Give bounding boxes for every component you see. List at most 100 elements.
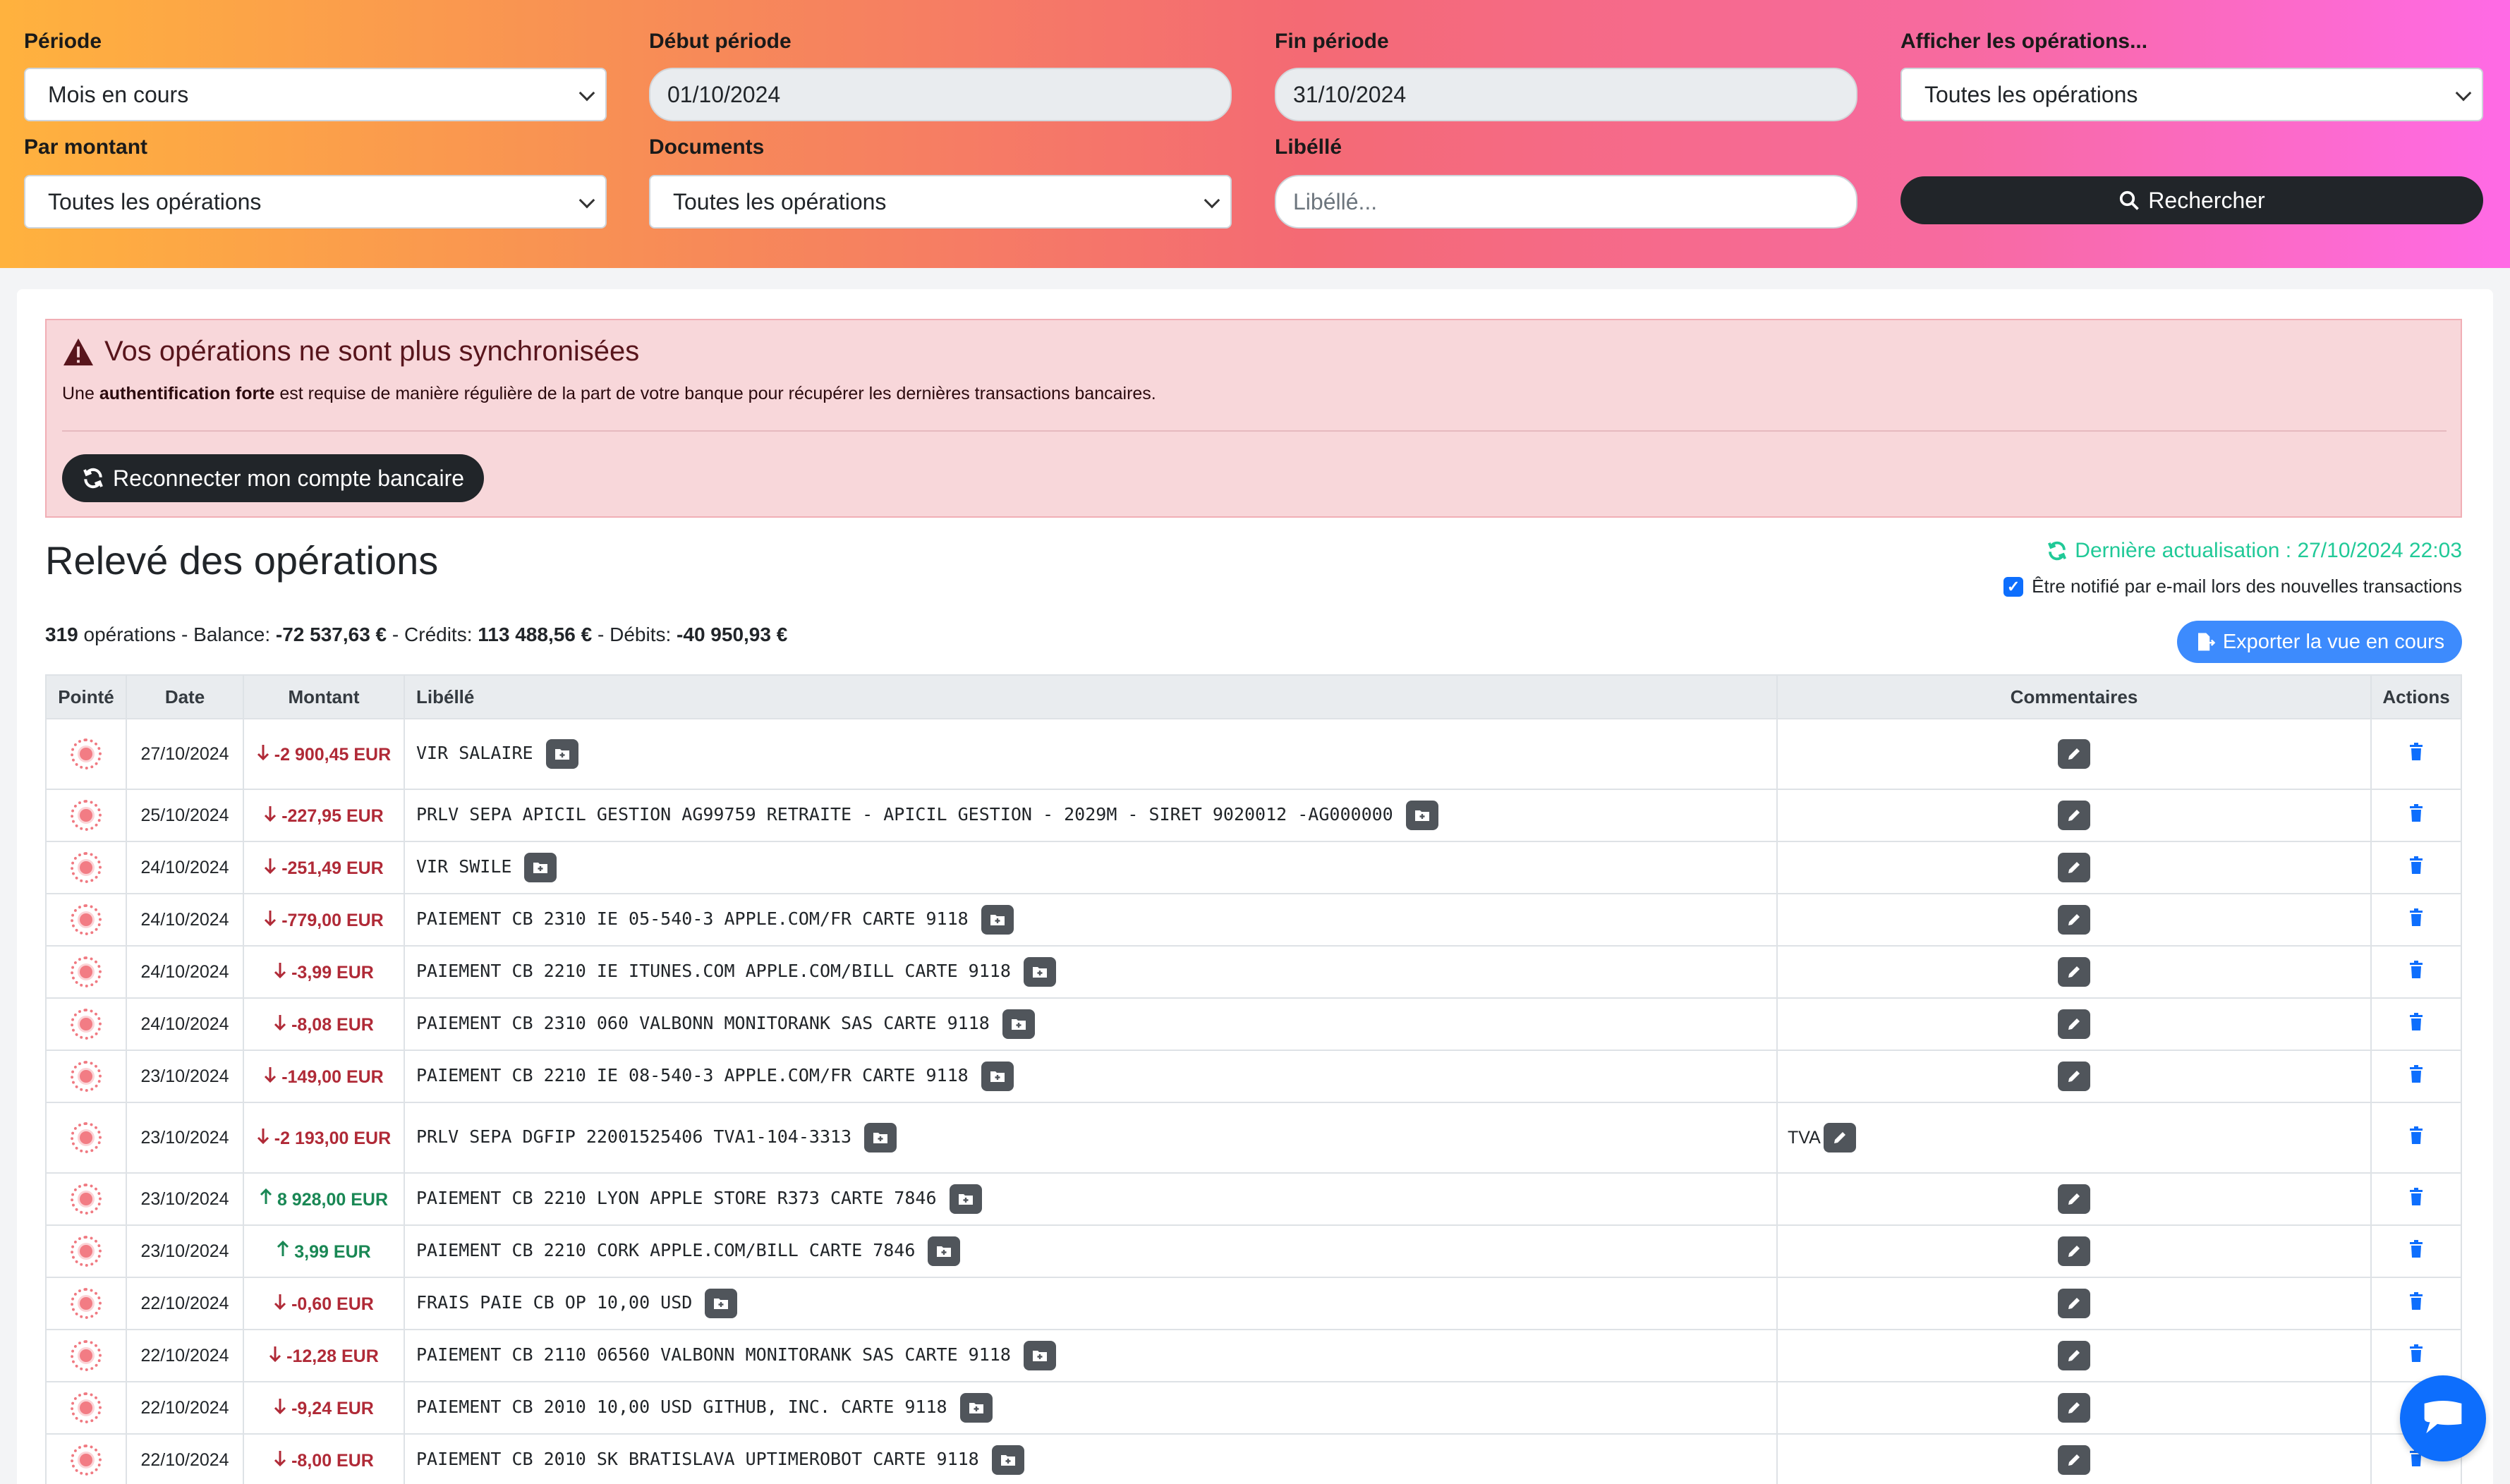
trash-icon[interactable]: [2408, 1239, 2424, 1258]
table-row[interactable]: 22/10/2024 -12,28 EUR PAIEMENT CB 2110 06…: [45, 1329, 2462, 1382]
pointe-toggle-icon[interactable]: [71, 852, 102, 883]
pointe-toggle-icon[interactable]: [71, 1340, 102, 1371]
pointe-toggle-icon[interactable]: [71, 904, 102, 935]
add-document-button[interactable]: [545, 739, 578, 769]
col-header-pointe[interactable]: Pointé: [45, 674, 127, 719]
search-button[interactable]: Rechercher: [1900, 176, 2483, 224]
add-document-button[interactable]: [1405, 801, 1438, 830]
edit-comment-button[interactable]: [2058, 1393, 2090, 1423]
table-row[interactable]: 25/10/2024 -227,95 EUR PRLV SEPA APICIL G…: [45, 789, 2462, 842]
edit-comment-button[interactable]: [2058, 801, 2090, 830]
edit-comment-button[interactable]: [2058, 1062, 2090, 1091]
add-document-button[interactable]: [864, 1123, 897, 1152]
afficher-select[interactable]: Toutes les opérations: [1900, 68, 2483, 121]
periode-select[interactable]: Mois en cours: [24, 68, 607, 121]
table-row[interactable]: 22/10/2024 -8,00 EUR PAIEMENT CB 2010 SK …: [45, 1433, 2462, 1484]
pointe-toggle-icon[interactable]: [71, 1445, 102, 1476]
file-export-icon: [2197, 633, 2216, 651]
add-document-button[interactable]: [705, 1289, 738, 1318]
folder-plus-icon: [1031, 1349, 1048, 1363]
edit-comment-button[interactable]: [2058, 739, 2090, 769]
table-row[interactable]: 23/10/2024 3,99 EUR PAIEMENT CB 2210 CORK…: [45, 1224, 2462, 1278]
edit-comment-button[interactable]: [2058, 905, 2090, 935]
libelle-input[interactable]: Libéllé...: [1275, 175, 1857, 229]
add-document-button[interactable]: [1023, 1341, 1056, 1370]
edit-comment-button[interactable]: [2058, 853, 2090, 882]
trash-icon[interactable]: [2408, 960, 2424, 979]
pointe-toggle-icon[interactable]: [71, 738, 102, 770]
pointe-toggle-icon[interactable]: [71, 1122, 102, 1153]
pointe-toggle-icon[interactable]: [71, 1288, 102, 1319]
table-row[interactable]: 23/10/2024 -149,00 EUR PAIEMENT CB 2210 I…: [45, 1050, 2462, 1103]
notify-checkbox[interactable]: ✓: [2003, 576, 2024, 597]
col-header-libelle[interactable]: Libéllé: [404, 674, 1778, 719]
add-document-button[interactable]: [1023, 957, 1056, 987]
add-document-button[interactable]: [1002, 1009, 1035, 1039]
edit-comment-button[interactable]: [2058, 1184, 2090, 1214]
add-document-button[interactable]: [991, 1445, 1024, 1475]
edit-comment-button[interactable]: [2058, 1236, 2090, 1266]
pointe-toggle-icon[interactable]: [71, 1184, 102, 1215]
col-header-date[interactable]: Date: [126, 674, 244, 719]
add-document-button[interactable]: [959, 1393, 993, 1423]
edit-comment-button[interactable]: [2058, 1445, 2090, 1475]
fin-date-input[interactable]: 31/10/2024: [1275, 68, 1857, 121]
table-row[interactable]: 24/10/2024 -251,49 EUR VIR SWILE: [45, 841, 2462, 894]
label-cell: PAIEMENT CB 2210 CORK APPLE.COM/BILL CAR…: [404, 1224, 1778, 1278]
pointe-toggle-icon[interactable]: [71, 1009, 102, 1040]
edit-comment-button[interactable]: [2058, 1289, 2090, 1318]
folder-plus-icon: [1031, 965, 1048, 979]
amount-value: -2 193,00: [274, 1128, 349, 1148]
reconnect-button[interactable]: Reconnecter mon compte bancaire: [62, 454, 484, 502]
chat-button[interactable]: [2400, 1375, 2486, 1461]
add-document-button[interactable]: [928, 1236, 961, 1266]
trash-icon[interactable]: [2408, 1012, 2424, 1031]
pointe-toggle-icon[interactable]: [71, 800, 102, 831]
edit-comment-button[interactable]: [2058, 1009, 2090, 1039]
trash-icon[interactable]: [2408, 1344, 2424, 1363]
add-document-button[interactable]: [524, 853, 557, 882]
col-header-montant[interactable]: Montant: [243, 674, 405, 719]
add-document-button[interactable]: [981, 905, 1014, 935]
edit-comment-button[interactable]: [1823, 1123, 1856, 1152]
last-update[interactable]: Dernière actualisation : 27/10/2024 22:0…: [2047, 539, 2462, 563]
table-row[interactable]: 22/10/2024 -9,24 EUR PAIEMENT CB 2010 10,…: [45, 1381, 2462, 1435]
trash-icon[interactable]: [2408, 1291, 2424, 1310]
pencil-icon: [2066, 1068, 2082, 1085]
operation-label: PAIEMENT CB 2010 10,00 USD GITHUB, INC. …: [416, 1397, 947, 1417]
export-button[interactable]: Exporter la vue en cours: [2177, 621, 2462, 663]
trash-icon[interactable]: [2408, 1126, 2424, 1145]
table-row[interactable]: 23/10/2024 8 928,00 EUR PAIEMENT CB 2210 …: [45, 1172, 2462, 1226]
trash-icon[interactable]: [2408, 908, 2424, 927]
amount-value: -227,95: [281, 805, 341, 826]
table-row[interactable]: 24/10/2024 -8,08 EUR PAIEMENT CB 2310 060…: [45, 997, 2462, 1051]
operation-label: VIR SWILE: [416, 856, 512, 877]
trash-icon[interactable]: [2408, 1187, 2424, 1206]
operation-label: PAIEMENT CB 2210 LYON APPLE STORE R373 C…: [416, 1188, 937, 1208]
add-document-button[interactable]: [981, 1062, 1014, 1091]
pointe-toggle-icon[interactable]: [71, 956, 102, 987]
pointe-toggle-icon[interactable]: [71, 1236, 102, 1267]
table-row[interactable]: 22/10/2024 -0,60 EUR FRAIS PAIE CB OP 10,…: [45, 1277, 2462, 1330]
documents-select[interactable]: Toutes les opérations: [649, 175, 1232, 229]
page-title: Relevé des opérations: [45, 538, 439, 583]
table-row[interactable]: 27/10/2024 -2 900,45 EUR VIR SALAIRE: [45, 718, 2462, 790]
pointe-toggle-icon[interactable]: [71, 1392, 102, 1423]
edit-comment-button[interactable]: [2058, 1341, 2090, 1370]
label-cell: PRLV SEPA APICIL GESTION AG99759 RETRAIT…: [404, 789, 1778, 842]
amount-currency: EUR: [341, 1346, 379, 1366]
pointe-toggle-icon[interactable]: [71, 1061, 102, 1092]
table-row[interactable]: 24/10/2024 -779,00 EUR PAIEMENT CB 2310 I…: [45, 893, 2462, 947]
label-cell: VIR SALAIRE: [404, 718, 1778, 790]
trash-icon[interactable]: [2408, 742, 2424, 761]
table-row[interactable]: 23/10/2024 -2 193,00 EUR PRLV SEPA DGFIP …: [45, 1102, 2462, 1174]
trash-icon[interactable]: [2408, 856, 2424, 875]
trash-icon[interactable]: [2408, 1064, 2424, 1083]
montant-select[interactable]: Toutes les opérations: [24, 175, 607, 229]
trash-icon[interactable]: [2408, 803, 2424, 822]
label-cell: PAIEMENT CB 2010 10,00 USD GITHUB, INC. …: [404, 1381, 1778, 1435]
edit-comment-button[interactable]: [2058, 957, 2090, 987]
debut-date-input[interactable]: 01/10/2024: [649, 68, 1232, 121]
table-row[interactable]: 24/10/2024 -3,99 EUR PAIEMENT CB 2210 IE …: [45, 945, 2462, 999]
add-document-button[interactable]: [949, 1184, 982, 1214]
